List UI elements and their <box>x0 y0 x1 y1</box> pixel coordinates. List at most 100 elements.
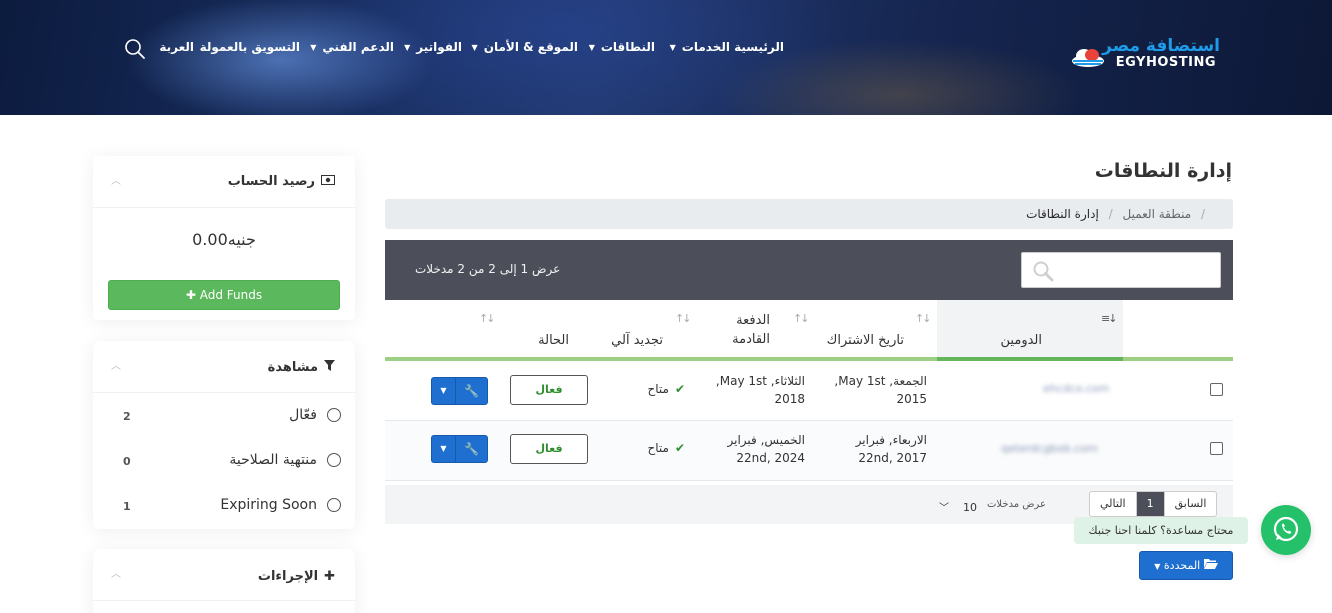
col-actions <box>385 300 499 361</box>
nav-site-security[interactable]: الموقع & الأمان ▼ <box>472 40 578 58</box>
col-reg-date[interactable]: ↓↑ تاريخ الاشتراك <box>815 300 937 361</box>
caret-down-icon[interactable]: ▼ <box>431 435 455 463</box>
due-date-line2: 2018 <box>774 392 805 406</box>
filter-expired[interactable]: منتهية الصلاحية 0 <box>93 444 355 480</box>
breadcrumb: / منطقة العميل / إدارة النطاقات <box>385 199 1233 229</box>
view-panel-header[interactable]: مشاهدة ︿ <box>93 341 355 393</box>
caret-down-icon: ▼ <box>404 43 411 52</box>
auto-renew-cell: ✔ متاح <box>647 441 685 455</box>
manage-button-group: 🔧 ▼ <box>431 377 488 405</box>
manage-button-group: 🔧 ▼ <box>431 435 488 463</box>
sort-icon: ↓↑ <box>479 312 496 325</box>
radio-expiring-soon[interactable] <box>327 498 341 512</box>
folder-open-icon <box>1200 559 1218 572</box>
caret-down-icon: ▼ <box>471 43 478 52</box>
money-icon <box>321 174 335 189</box>
auto-renew-cell: ✔ متاح <box>647 382 685 396</box>
with-selected-label: المحددة <box>1163 559 1201 572</box>
whatsapp-icon <box>1273 516 1299 542</box>
filter-active[interactable]: فعّال 2 <box>93 399 355 435</box>
nav-support[interactable]: الدعم الفني ▼ <box>310 40 394 58</box>
reg-date-line1: الجمعة, May 1st, <box>834 374 927 388</box>
site-header: استضافة مصر EGYHOSTING الرئيسية الخدمات ▼… <box>0 0 1332 115</box>
nav-cart[interactable]: العربة <box>159 40 194 58</box>
col-domain-label: الدومين <box>1000 333 1042 348</box>
chevron-up-icon[interactable]: ︿ <box>111 172 121 187</box>
actions-panel-header[interactable]: ✚ الإجراءات ︿ <box>93 549 355 601</box>
col-domain[interactable]: ↓≡ الدومين <box>937 300 1123 361</box>
filter-expired-label: منتهية الصلاحية <box>229 452 317 468</box>
nav-domains-label: النطاقات <box>600 40 655 54</box>
table-row[interactable]: ehcdco.com الجمعة, May 1st, 2015 الثلاثا… <box>385 361 1233 421</box>
nav-services-label: الخدمات <box>681 40 730 54</box>
pager-next[interactable]: التالي <box>1090 492 1136 516</box>
actions-panel: ✚ الإجراءات ︿ <box>93 549 355 613</box>
site-logo[interactable]: استضافة مصر EGYHOSTING <box>1070 36 1220 76</box>
add-funds-button[interactable]: ✚ Add Funds <box>108 280 340 310</box>
radio-expired[interactable] <box>327 453 341 467</box>
filter-expired-count: 0 <box>123 455 131 468</box>
check-icon: ✔ <box>674 382 685 396</box>
pager-page[interactable]: 1 <box>1135 492 1164 516</box>
chevron-up-icon[interactable]: ︿ <box>111 565 121 580</box>
per-page-label: عرض مدخلات <box>987 499 1046 510</box>
pagination: السابق 1 التالي <box>1089 491 1218 517</box>
wrench-icon[interactable]: 🔧 <box>455 377 488 405</box>
wrench-icon[interactable]: 🔧 <box>455 435 488 463</box>
reg-date-line2: 22nd, 2017 <box>858 451 927 465</box>
balance-title-text: رصيد الحساب <box>227 174 315 189</box>
search-icon <box>1033 261 1054 282</box>
nav-domains[interactable]: النطاقات ▼ <box>589 40 655 58</box>
nav-services[interactable]: الخدمات ▼ <box>670 40 730 58</box>
chevron-up-icon[interactable]: ︿ <box>111 357 121 372</box>
filter-expiring-soon-count: 1 <box>123 500 131 513</box>
col-next-due-label-1: الدفعة <box>736 313 770 328</box>
caret-down-icon: ▼ <box>669 43 676 52</box>
caret-down-icon: ▼ <box>310 43 317 52</box>
col-reg-date-label: تاريخ الاشتراك <box>826 333 904 348</box>
sort-icon: ↓↑ <box>915 312 932 325</box>
table-search-input[interactable] <box>1021 252 1221 288</box>
nav-invoices[interactable]: الفواتير ▼ <box>404 40 462 58</box>
domain-name[interactable]: ehcdco.com <box>1043 382 1109 395</box>
row-checkbox[interactable] <box>1210 442 1223 455</box>
col-next-due[interactable]: ↓↑ الدفعة القادمة <box>705 300 815 361</box>
breadcrumb-client-area[interactable]: منطقة العميل <box>1122 207 1191 221</box>
auto-renew-text: متاح <box>647 441 669 455</box>
table-row[interactable]: qeterdcgbob.com الاربعاء, فبراير 22nd, 2… <box>385 421 1233 481</box>
caret-down-icon[interactable]: ▼ <box>431 377 455 405</box>
actions-panel-title: ✚ الإجراءات <box>258 569 335 584</box>
nav-affiliate[interactable]: التسويق بالعمولة <box>200 40 300 58</box>
breadcrumb-current: إدارة النطاقات <box>1026 207 1099 221</box>
actions-title-text: الإجراءات <box>257 569 319 584</box>
table-toolbar: عرض 1 إلى 2 من 2 مدخلات <box>385 240 1233 300</box>
plus-icon: ✚ <box>185 288 196 302</box>
filter-expiring-soon[interactable]: Expiring Soon 1 <box>93 489 355 525</box>
whatsapp-button[interactable] <box>1261 505 1311 555</box>
col-status[interactable]: ↓↑ الحالة <box>479 300 599 361</box>
view-title-text: مشاهدة <box>267 360 318 375</box>
logo-arabic-text: استضافة مصر <box>1102 36 1220 56</box>
add-funds-label: Add Funds <box>199 288 263 302</box>
filter-active-label: فعّال <box>289 407 317 423</box>
search-icon[interactable] <box>124 38 146 60</box>
per-page-value: 10 <box>963 501 977 514</box>
nav-home-label: الرئيسية <box>734 40 784 54</box>
due-date-line1: الخميس, فبراير <box>727 433 806 447</box>
pager-prev[interactable]: السابق <box>1163 492 1217 516</box>
with-selected-button[interactable]: المحددة ▼ <box>1139 551 1233 580</box>
domain-name[interactable]: qeterdcgbob.com <box>1001 442 1098 455</box>
radio-active[interactable] <box>327 408 341 422</box>
nav-invoices-label: الفواتير <box>416 40 462 54</box>
col-status-label: الحالة <box>538 333 569 348</box>
nav-home[interactable]: الرئيسية <box>734 40 784 58</box>
status-badge: فعال <box>510 434 588 464</box>
balance-panel-header[interactable]: رصيد الحساب ︿ <box>93 156 355 208</box>
col-auto-renew[interactable]: ↓↑ تجديد آلي <box>599 300 705 361</box>
row-checkbox[interactable] <box>1210 383 1223 396</box>
caret-down-icon: ▼ <box>1154 562 1161 571</box>
logo-english-text: EGYHOSTING <box>1115 55 1216 70</box>
caret-down-icon: ▼ <box>588 43 595 52</box>
per-page-select[interactable]: 10 ﹀ <box>935 495 983 517</box>
help-bubble[interactable]: محتاج مساعدة؟ كلمنا احنا جنبك <box>1074 517 1248 544</box>
